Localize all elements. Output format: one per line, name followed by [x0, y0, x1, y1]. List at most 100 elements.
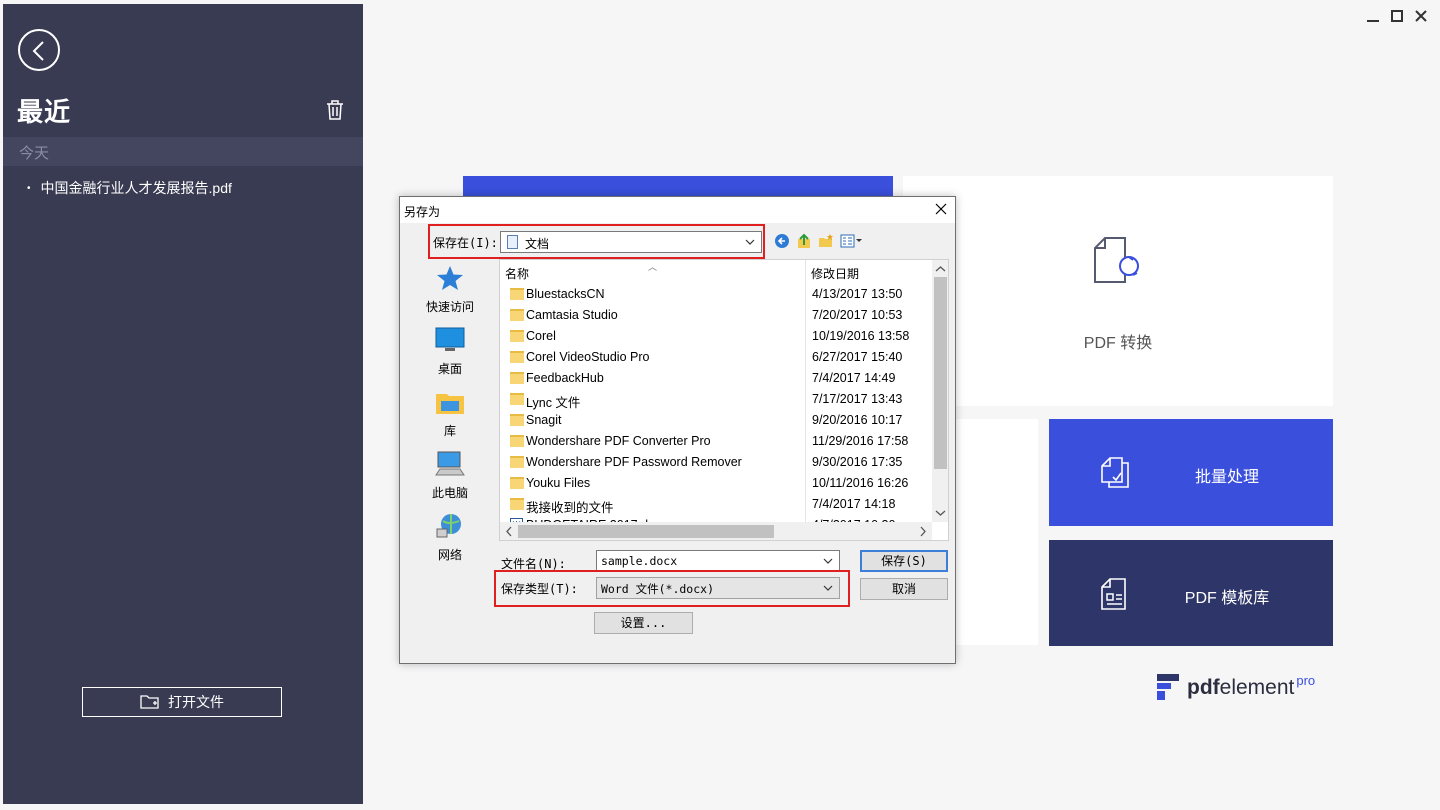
minimize-icon[interactable]	[1366, 8, 1380, 24]
section-today: 今天	[3, 137, 363, 166]
file-row-name: Snagit	[526, 413, 562, 427]
folder-icon	[510, 393, 524, 405]
file-row-name: BluestacksCN	[526, 287, 605, 301]
brand-name: pdfelement	[1187, 676, 1295, 699]
dialog-close-icon[interactable]	[935, 203, 947, 215]
file-row[interactable]: Camtasia Studio 7/20/2017 10:53	[500, 305, 932, 326]
file-row-date: 7/4/2017 14:49	[812, 371, 896, 385]
view-menu-icon[interactable]	[840, 233, 862, 249]
scroll-up-icon[interactable]	[932, 262, 949, 276]
chevron-down-icon	[823, 558, 833, 564]
window-controls	[1366, 8, 1428, 24]
brand-logo: pdfelement pro	[1157, 673, 1315, 700]
column-header-date[interactable]: 修改日期	[811, 265, 859, 282]
file-row[interactable]: Corel 10/19/2016 13:58	[500, 326, 932, 347]
file-row-date: 7/17/2017 13:43	[812, 392, 903, 406]
sidebar: 最近 今天 • 中国金融行业人才发展报告.pdf 打开文件	[3, 4, 363, 804]
place-this-pc[interactable]: 此电脑	[420, 451, 480, 501]
file-row-date: 10/11/2016 16:26	[812, 476, 909, 490]
file-row[interactable]: Lync 文件 7/17/2017 13:43	[500, 389, 932, 410]
recent-file-item[interactable]: • 中国金融行业人才发展报告.pdf	[27, 178, 232, 198]
file-row-date: 7/4/2017 14:18	[812, 497, 896, 511]
cancel-button[interactable]: 取消	[860, 578, 948, 600]
file-row-name: Corel VideoStudio Pro	[526, 350, 650, 364]
file-row-date: 7/20/2017 10:53	[812, 308, 903, 322]
up-folder-icon[interactable]	[796, 233, 812, 249]
maximize-icon[interactable]	[1390, 8, 1404, 24]
horizontal-scrollbar[interactable]	[500, 522, 932, 541]
dialog-title: 另存为	[404, 205, 441, 219]
settings-button[interactable]: 设置...	[594, 612, 693, 634]
save-button[interactable]: 保存(S)	[860, 550, 948, 572]
file-row[interactable]: Wondershare PDF Converter Pro 11/29/2016 …	[500, 431, 932, 452]
back-arrow-icon[interactable]	[774, 233, 790, 249]
file-list[interactable]: ︿ 名称 修改日期 BluestacksCN 4/13/2017 13:50 Cam…	[499, 259, 949, 541]
save-in-select[interactable]: 文档	[500, 231, 762, 253]
file-row[interactable]: FeedbackHub 7/4/2017 14:49	[500, 368, 932, 389]
file-row-date: 9/30/2016 17:35	[812, 455, 903, 469]
file-row[interactable]: Youku Files 10/11/2016 16:26	[500, 473, 932, 494]
batch-process-card[interactable]: 批量处理	[1049, 419, 1333, 526]
new-folder-icon[interactable]	[818, 233, 834, 249]
horizontal-scroll-thumb[interactable]	[518, 525, 774, 538]
file-row[interactable]: Snagit 9/20/2016 10:17	[500, 410, 932, 431]
recent-file-name: 中国金融行业人才发展报告.pdf	[40, 180, 232, 196]
place-network-label: 网络	[437, 548, 462, 562]
file-row[interactable]: Wondershare PDF Password Remover 9/30/201…	[500, 452, 932, 473]
file-row-name: Wondershare PDF Password Remover	[526, 455, 742, 469]
trash-icon[interactable]	[326, 100, 344, 120]
save-type-label: 保存类型(T):	[501, 582, 578, 596]
filename-value: sample.docx	[601, 554, 678, 568]
batch-process-label: 批量处理	[1194, 469, 1259, 486]
folder-icon	[510, 351, 524, 363]
recent-title: 最近	[17, 97, 72, 127]
place-desktop-label: 桌面	[437, 362, 462, 376]
folder-icon	[510, 414, 524, 426]
file-row-name: 我接收到的文件	[526, 501, 614, 515]
folder-icon	[510, 435, 524, 447]
filename-input[interactable]: sample.docx	[596, 550, 840, 572]
place-libraries-label: 库	[443, 424, 456, 438]
computer-icon	[435, 451, 465, 476]
column-header-name[interactable]: 名称	[505, 265, 529, 282]
app-window: 最近 今天 • 中国金融行业人才发展报告.pdf 打开文件 PDF 转换 批量处…	[0, 0, 1440, 810]
file-row-date: 9/20/2016 10:17	[812, 413, 903, 427]
desktop-icon	[435, 327, 465, 351]
file-row[interactable]: 我接收到的文件 7/4/2017 14:18	[500, 494, 932, 515]
scroll-left-icon[interactable]	[502, 522, 516, 541]
sort-up-icon: ︿	[648, 262, 658, 272]
back-button[interactable]	[18, 29, 60, 71]
folder-icon	[510, 288, 524, 300]
vertical-scrollbar[interactable]	[932, 260, 949, 522]
file-row-name: Lync 文件	[526, 396, 581, 410]
place-libraries[interactable]: 库	[420, 389, 480, 439]
save-type-value: Word 文件(*.docx)	[601, 582, 715, 596]
pdf-template-label: PDF 模板库	[1184, 590, 1270, 607]
file-row-name: Camtasia Studio	[526, 308, 618, 322]
file-row[interactable]: Corel VideoStudio Pro 6/27/2017 15:40	[500, 347, 932, 368]
scroll-down-icon[interactable]	[932, 506, 949, 520]
folder-icon	[510, 330, 524, 342]
file-row[interactable]: BluestacksCN 4/13/2017 13:50	[500, 284, 932, 305]
close-icon[interactable]	[1414, 8, 1428, 24]
folder-icon	[510, 309, 524, 321]
pdf-convert-card[interactable]: PDF 转换	[903, 176, 1333, 406]
folder-icon	[510, 498, 524, 510]
pdf-template-card[interactable]: PDF 模板库	[1049, 540, 1333, 646]
place-this-pc-label: 此电脑	[431, 486, 468, 500]
scroll-right-icon[interactable]	[916, 522, 930, 541]
save-in-label: 保存在(I):	[433, 236, 498, 250]
open-file-label: 打开文件	[168, 694, 224, 710]
save-type-select[interactable]: Word 文件(*.docx)	[596, 577, 840, 599]
folder-icon	[140, 695, 159, 709]
open-file-button[interactable]: 打开文件	[82, 687, 282, 717]
place-network[interactable]: 网络	[420, 513, 480, 563]
template-document-icon	[1101, 578, 1126, 610]
file-row-name: Corel	[526, 329, 556, 343]
vertical-scroll-thumb[interactable]	[934, 277, 947, 469]
chevron-down-icon	[823, 585, 833, 591]
place-quick-access-label: 快速访问	[425, 300, 474, 314]
place-desktop[interactable]: 桌面	[420, 327, 480, 377]
star-icon	[437, 266, 463, 290]
place-quick-access[interactable]: 快速访问	[420, 265, 480, 315]
